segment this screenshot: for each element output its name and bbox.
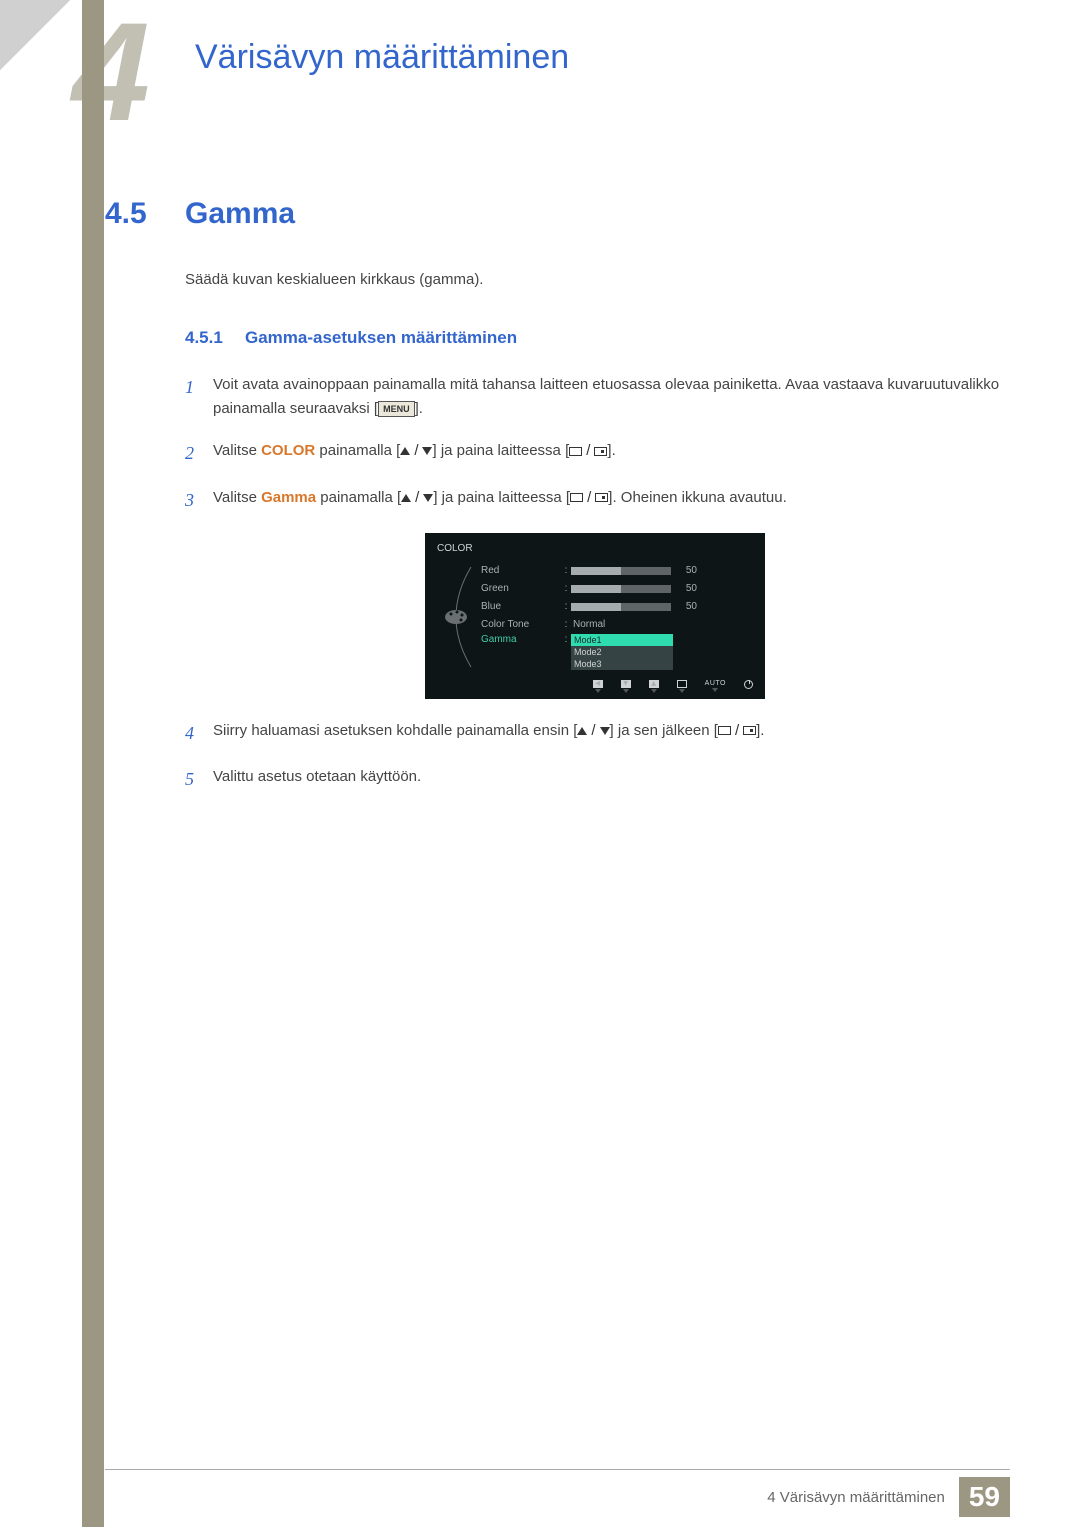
section-description: Säädä kuvan keskialueen kirkkaus (gamma)… <box>185 271 1005 288</box>
osd-row-blue: Blue : 50 <box>481 598 759 616</box>
section-heading: 4.5 Gamma <box>105 197 1005 231</box>
step-text: ]. <box>756 722 764 739</box>
osd-nav-up-icon: ▴ <box>649 680 659 693</box>
osd-auto-label: AUTO <box>705 680 726 693</box>
up-down-icon: / <box>400 439 432 463</box>
osd-mode-selected: Mode1 <box>571 634 673 646</box>
step-text: painamalla [ <box>316 489 401 506</box>
osd-mode-list: Mode1 Mode2 Mode3 <box>571 634 673 670</box>
osd-value: 50 <box>671 565 701 576</box>
step-text: ]. <box>415 400 423 417</box>
enter-source-icon: / <box>569 439 607 463</box>
osd-label: Color Tone <box>481 619 561 630</box>
menu-button-label: MENU <box>378 401 415 417</box>
step-number: 4 <box>185 719 213 748</box>
step-text: Siirry haluamasi asetuksen kohdalle pain… <box>213 722 577 739</box>
step-text: Valittu asetus otetaan käyttöön. <box>213 768 421 785</box>
osd-row-red: Red : 50 <box>481 562 759 580</box>
step-text: Valitse <box>213 442 261 459</box>
osd-nav-down-icon: ▾ <box>621 680 631 693</box>
step-number: 5 <box>185 765 213 794</box>
osd-row-colortone: Color Tone : Normal <box>481 616 759 634</box>
osd-label-selected: Gamma <box>481 634 561 645</box>
section-title: Gamma <box>185 197 295 231</box>
step-number: 2 <box>185 439 213 468</box>
step-3: 3 Valitse Gamma painamalla [/] ja paina … <box>185 486 1005 515</box>
page-title: Värisävyn määrittäminen <box>195 38 1005 77</box>
step-5: 5 Valittu asetus otetaan käyttöön. <box>185 765 1005 794</box>
osd-slider <box>571 567 671 575</box>
page-number: 59 <box>959 1477 1010 1517</box>
subsection-heading: 4.5.1 Gamma-asetuksen määrittäminen <box>185 328 1005 348</box>
enter-source-icon: / <box>570 486 608 510</box>
subsection-number: 4.5.1 <box>185 328 245 348</box>
osd-power-icon <box>744 680 753 693</box>
osd-value: 50 <box>671 601 701 612</box>
step-text: Valitse <box>213 489 261 506</box>
keyword-color: COLOR <box>261 442 315 459</box>
step-text: painamalla [ <box>315 442 400 459</box>
osd-enter-icon <box>677 680 687 693</box>
osd-value: Normal <box>571 619 605 630</box>
step-1: 1 Voit avata avainoppaan painamalla mitä… <box>185 373 1005 421</box>
osd-mode: Mode2 <box>571 646 673 658</box>
keyword-gamma: Gamma <box>261 489 316 506</box>
osd-title: COLOR <box>425 541 765 562</box>
osd-mode: Mode3 <box>571 658 673 670</box>
osd-slider <box>571 603 671 611</box>
up-down-icon: / <box>577 719 609 743</box>
osd-value: 50 <box>671 583 701 594</box>
step-text: Voit avata avainoppaan painamalla mitä t… <box>213 376 999 417</box>
step-text: ] ja sen jälkeen [ <box>610 722 718 739</box>
osd-footer-icons: ◂ ▾ ▴ AUTO <box>425 672 765 695</box>
step-text: ]. <box>607 442 615 459</box>
osd-menu-figure: COLOR Red : <box>425 533 765 699</box>
osd-nav-left-icon: ◂ <box>593 680 603 693</box>
step-text: ]. Oheinen ikkuna avautuu. <box>608 489 786 506</box>
enter-source-icon: / <box>718 719 756 743</box>
step-number: 3 <box>185 486 213 515</box>
page-footer: 4 Värisävyn määrittäminen 59 <box>0 1469 1080 1527</box>
step-list: 1 Voit avata avainoppaan painamalla mitä… <box>185 373 1005 794</box>
step-text: ] ja paina laitteessa [ <box>432 442 569 459</box>
section-number: 4.5 <box>105 197 185 231</box>
osd-label: Red <box>481 565 561 576</box>
osd-label: Blue <box>481 601 561 612</box>
step-text: ] ja paina laitteessa [ <box>433 489 570 506</box>
osd-row-gamma: Gamma : Mode1 Mode2 Mode3 <box>481 634 759 670</box>
step-2: 2 Valitse COLOR painamalla [/] ja paina … <box>185 439 1005 468</box>
osd-row-green: Green : 50 <box>481 580 759 598</box>
step-4: 4 Siirry haluamasi asetuksen kohdalle pa… <box>185 719 1005 748</box>
up-down-icon: / <box>401 486 433 510</box>
page-corner-fold <box>0 0 70 70</box>
osd-slider <box>571 585 671 593</box>
footer-chapter-title: 4 Värisävyn määrittäminen <box>767 1489 945 1506</box>
osd-palette-icon <box>431 562 481 672</box>
side-accent-bar <box>82 0 104 1527</box>
subsection-title: Gamma-asetuksen määrittäminen <box>245 328 517 348</box>
step-number: 1 <box>185 373 213 402</box>
osd-label: Green <box>481 583 561 594</box>
